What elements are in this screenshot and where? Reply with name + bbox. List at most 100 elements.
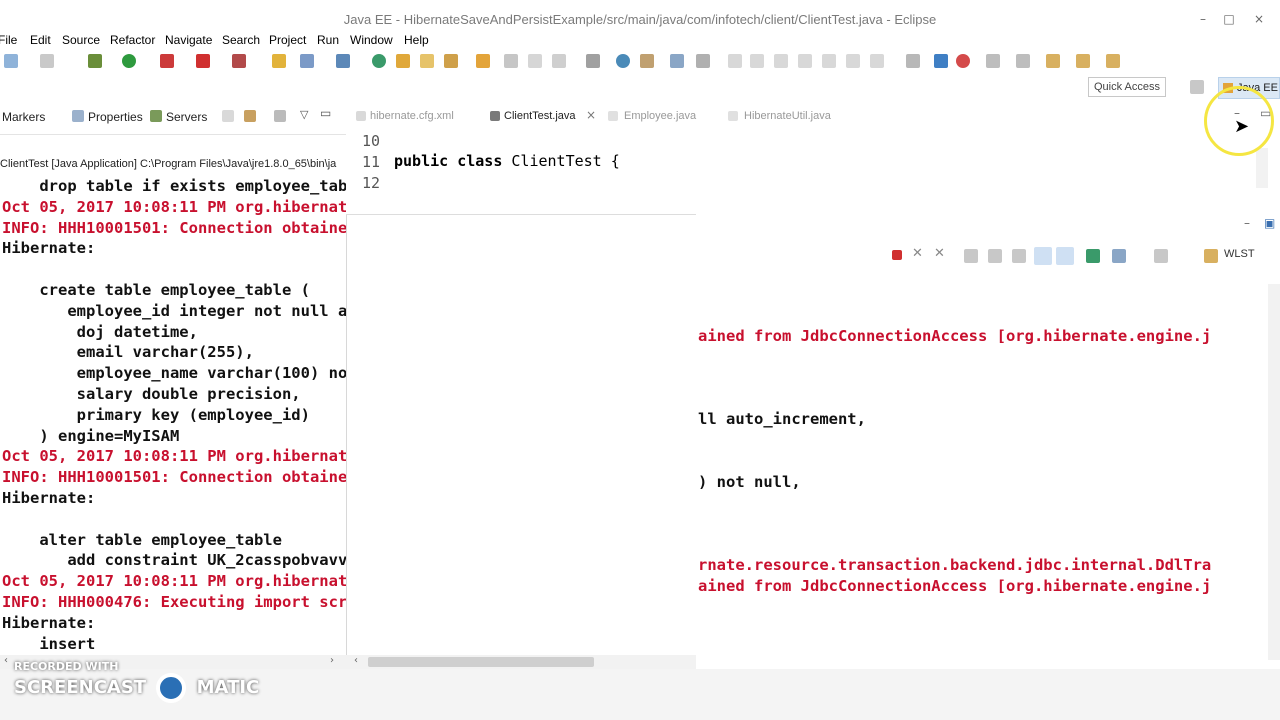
menu-source[interactable]: Source bbox=[62, 33, 100, 47]
search-icon[interactable] bbox=[444, 54, 458, 68]
pin-icon[interactable] bbox=[504, 54, 518, 68]
console-line: Oct 05, 2017 10:08:11 PM org.hibernate.t… bbox=[2, 572, 347, 591]
save-icon[interactable] bbox=[40, 54, 54, 68]
code-keywords: public class bbox=[394, 152, 503, 170]
console-line: INFO: HHH10001501: Connection obtained f… bbox=[2, 218, 347, 237]
scroll-left-icon[interactable]: ‹ bbox=[354, 655, 358, 666]
pin-view-icon[interactable] bbox=[274, 110, 286, 122]
hscroll-thumb[interactable] bbox=[368, 657, 594, 667]
wlst-label[interactable]: WLST bbox=[1224, 248, 1255, 260]
menu-refactor[interactable]: Refactor bbox=[110, 33, 155, 47]
folder-icon[interactable] bbox=[476, 54, 490, 68]
stop-icon[interactable] bbox=[196, 54, 210, 68]
minimize-view-icon[interactable]: ▭ bbox=[320, 106, 331, 120]
close-tab-icon[interactable]: × bbox=[586, 108, 596, 122]
code-line[interactable]: public class ClientTest { bbox=[394, 152, 620, 170]
terminal-icon[interactable] bbox=[670, 54, 684, 68]
scroll-right-icon[interactable]: › bbox=[330, 655, 334, 666]
open-perspective-icon[interactable] bbox=[1190, 80, 1204, 94]
step-into-icon[interactable] bbox=[822, 54, 836, 68]
remove-launch-icon[interactable]: ✕ bbox=[912, 246, 923, 261]
maximize-button[interactable]: □ bbox=[1222, 12, 1236, 26]
toggle-block-icon[interactable] bbox=[934, 54, 948, 68]
scroll-lock-icon[interactable] bbox=[988, 249, 1002, 263]
line-number: 10 bbox=[362, 132, 381, 150]
show-on-error-icon[interactable] bbox=[1056, 247, 1074, 265]
collapse-icon[interactable] bbox=[222, 110, 234, 122]
resume-icon[interactable] bbox=[728, 54, 742, 68]
open-folder-icon[interactable] bbox=[420, 54, 434, 68]
minimize-button[interactable]: – bbox=[1196, 12, 1210, 26]
forward-arrow-icon[interactable] bbox=[1106, 54, 1120, 68]
prev-edit-icon[interactable] bbox=[986, 54, 1000, 68]
scroll-left-icon[interactable]: ‹ bbox=[4, 655, 8, 666]
tab-hibernate-cfg[interactable]: hibernate.cfg.xml bbox=[370, 110, 454, 122]
terminate-icon[interactable] bbox=[774, 54, 788, 68]
new-server-icon[interactable] bbox=[272, 54, 286, 68]
next-edit-icon[interactable] bbox=[1016, 54, 1030, 68]
view-menu-icon[interactable]: ▽ bbox=[300, 108, 308, 121]
step-return-icon[interactable] bbox=[870, 54, 884, 68]
pin-console-icon[interactable] bbox=[1086, 249, 1100, 263]
web-browser-icon[interactable] bbox=[372, 54, 386, 68]
console-vscrollbar[interactable] bbox=[1268, 284, 1280, 660]
display-console-icon[interactable] bbox=[1112, 249, 1126, 263]
close-button[interactable]: × bbox=[1252, 12, 1266, 26]
link-icon[interactable] bbox=[244, 110, 256, 122]
edit-icon[interactable] bbox=[640, 54, 654, 68]
word-wrap-icon[interactable] bbox=[1012, 249, 1026, 263]
minimize-console-icon[interactable]: – bbox=[1244, 216, 1250, 230]
screencast-watermark: RECORDED WITH SCREENCAST MATIC bbox=[14, 660, 259, 703]
menu-help[interactable]: Help bbox=[404, 33, 429, 47]
window-title: Java EE - HibernateSaveAndPersistExample… bbox=[343, 12, 937, 27]
open-type-icon[interactable] bbox=[396, 54, 410, 68]
clear-console-icon[interactable] bbox=[964, 249, 978, 263]
menu-run[interactable]: Run bbox=[317, 33, 339, 47]
quick-access-input[interactable]: Quick Access bbox=[1088, 77, 1166, 97]
console-line: ained from JdbcConnectionAccess [org.hib… bbox=[698, 327, 1212, 345]
use-step-filters-icon[interactable] bbox=[906, 54, 920, 68]
run-icon[interactable] bbox=[122, 54, 136, 68]
annotation-icon[interactable] bbox=[552, 54, 566, 68]
team-icon[interactable] bbox=[956, 54, 970, 68]
menu-edit[interactable]: Edit bbox=[30, 33, 51, 47]
tab-hibernateutil[interactable]: HibernateUtil.java bbox=[744, 110, 831, 122]
open-console-icon[interactable] bbox=[1154, 249, 1168, 263]
coverage-icon[interactable] bbox=[160, 54, 174, 68]
globe-icon[interactable] bbox=[616, 54, 630, 68]
console-panel-left: Markers Properties Servers ▽ ▭ ClientTes… bbox=[0, 100, 347, 660]
terminate-icon[interactable] bbox=[892, 250, 902, 260]
new-class-icon[interactable] bbox=[300, 54, 314, 68]
menu-file[interactable]: File bbox=[0, 33, 17, 47]
tab-servers[interactable]: Servers bbox=[166, 110, 207, 124]
step-over-icon[interactable] bbox=[846, 54, 860, 68]
menu-navigate[interactable]: Navigate bbox=[165, 33, 212, 47]
java-file-icon bbox=[490, 111, 500, 121]
tab-clienttest[interactable]: ClientTest.java bbox=[504, 110, 576, 122]
show-on-output-icon[interactable] bbox=[1034, 247, 1052, 265]
maximize-console-icon[interactable]: ▣ bbox=[1264, 216, 1275, 230]
wrench-icon[interactable] bbox=[696, 54, 710, 68]
back-arrow-icon[interactable] bbox=[1076, 54, 1090, 68]
suspend-icon[interactable] bbox=[750, 54, 764, 68]
remove-all-icon[interactable]: ✕ bbox=[934, 246, 945, 261]
next-annotation-icon[interactable] bbox=[586, 54, 600, 68]
back-icon[interactable] bbox=[1046, 54, 1060, 68]
disconnect-icon[interactable] bbox=[798, 54, 812, 68]
watermark-line2: SCREENCAST bbox=[14, 677, 147, 698]
new-icon[interactable] bbox=[4, 54, 18, 68]
debug-icon[interactable] bbox=[88, 54, 102, 68]
menu-project[interactable]: Project bbox=[269, 33, 306, 47]
console-line: employee_name varchar(100) not null, bbox=[76, 364, 347, 383]
tab-markers[interactable]: Markers bbox=[2, 110, 45, 124]
new-package-icon[interactable] bbox=[336, 54, 350, 68]
menu-search[interactable]: Search bbox=[222, 33, 260, 47]
editor-vscrollbar[interactable] bbox=[1256, 148, 1268, 188]
console-line: email varchar(255), bbox=[2, 343, 254, 362]
tab-properties[interactable]: Properties bbox=[88, 110, 143, 124]
mid-hscrollbar[interactable]: ‹ bbox=[346, 655, 696, 669]
external-tools-icon[interactable] bbox=[232, 54, 246, 68]
mark-occurrences-icon[interactable] bbox=[528, 54, 542, 68]
tab-employee[interactable]: Employee.java bbox=[624, 110, 696, 122]
menu-window[interactable]: Window bbox=[350, 33, 393, 47]
